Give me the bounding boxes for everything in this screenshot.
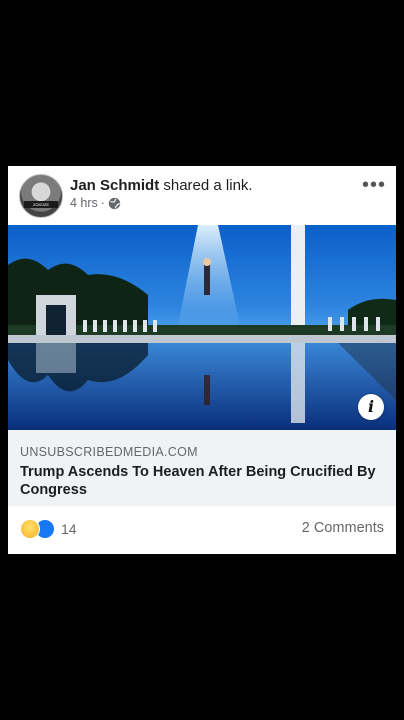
link-preview[interactable]: UNSUBSCRIBEDMEDIA.COM Trump Ascends To H… bbox=[8, 430, 396, 506]
link-domain: UNSUBSCRIBEDMEDIA.COM bbox=[20, 445, 198, 459]
memorial-photo bbox=[8, 225, 396, 430]
reaction-count: 14 bbox=[61, 521, 77, 537]
post-footer: 14 2 Comments bbox=[8, 506, 396, 554]
post-author-line: Jan Schmidt shared a link. bbox=[70, 177, 253, 194]
link-title[interactable]: Trump Ascends To Heaven After Being Cruc… bbox=[20, 463, 380, 499]
more-options-icon[interactable]: ••• bbox=[362, 175, 386, 195]
globe-icon bbox=[108, 197, 121, 209]
avatar-badge: ZOIGIZE bbox=[24, 201, 58, 208]
meta-separator: · bbox=[100, 196, 105, 210]
post-time[interactable]: 4 hrs bbox=[70, 196, 98, 210]
info-icon[interactable]: i bbox=[358, 394, 384, 420]
reactions-summary[interactable]: 14 bbox=[20, 519, 77, 539]
post-action: shared a link. bbox=[163, 177, 253, 194]
post-card: ZOIGIZE Jan Schmidt shared a link. 4 hrs… bbox=[8, 166, 396, 554]
link-image[interactable]: i bbox=[8, 225, 396, 430]
post-meta: 4 hrs · bbox=[70, 196, 121, 210]
avatar[interactable]: ZOIGIZE bbox=[19, 174, 63, 218]
haha-icon bbox=[20, 519, 40, 539]
post-header: ZOIGIZE Jan Schmidt shared a link. 4 hrs… bbox=[8, 166, 396, 224]
comments-count[interactable]: 2 Comments bbox=[302, 520, 384, 536]
author-name[interactable]: Jan Schmidt bbox=[70, 177, 159, 194]
